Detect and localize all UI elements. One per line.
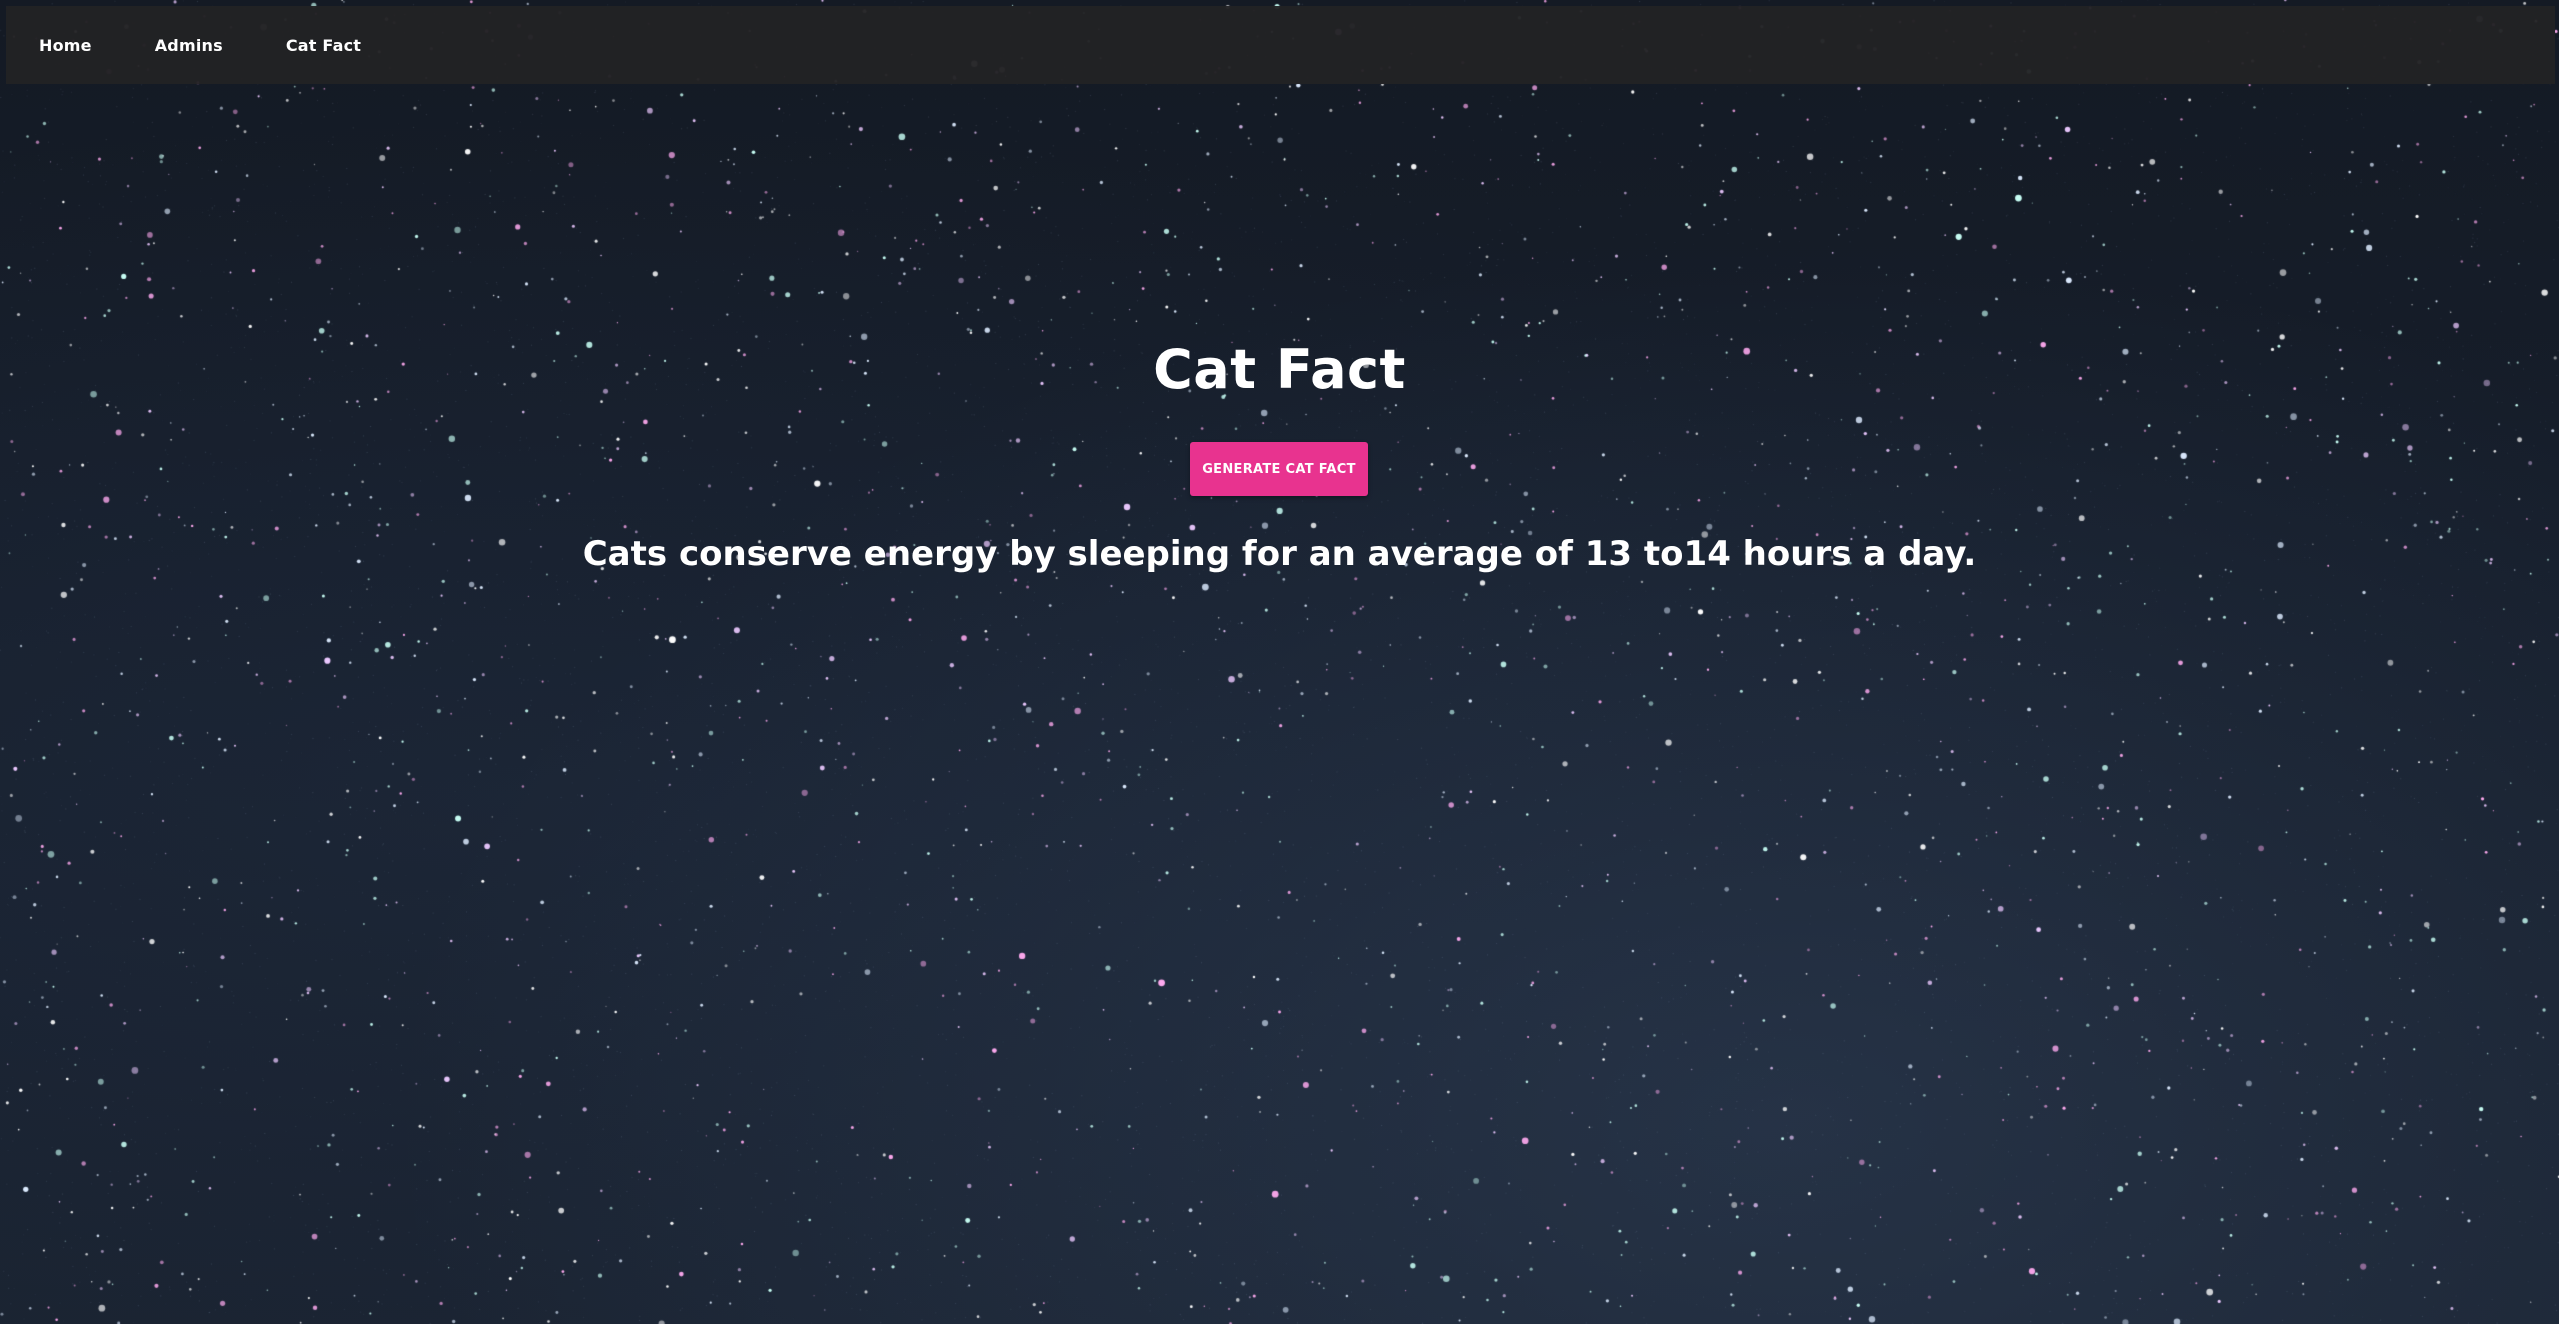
starry-sky-background (0, 0, 2559, 1324)
nav-link-admins[interactable]: Admins (155, 36, 223, 55)
generate-cat-fact-button[interactable]: GENERATE CAT FACT (1190, 442, 1368, 496)
page-title: Cat Fact (1153, 338, 1406, 401)
nav-link-home[interactable]: Home (39, 36, 92, 55)
nav-link-cat-fact[interactable]: Cat Fact (286, 36, 361, 55)
cat-fact-text: Cats conserve energy by sleeping for an … (582, 534, 1977, 574)
top-navbar: Home Admins Cat Fact (6, 6, 2555, 84)
